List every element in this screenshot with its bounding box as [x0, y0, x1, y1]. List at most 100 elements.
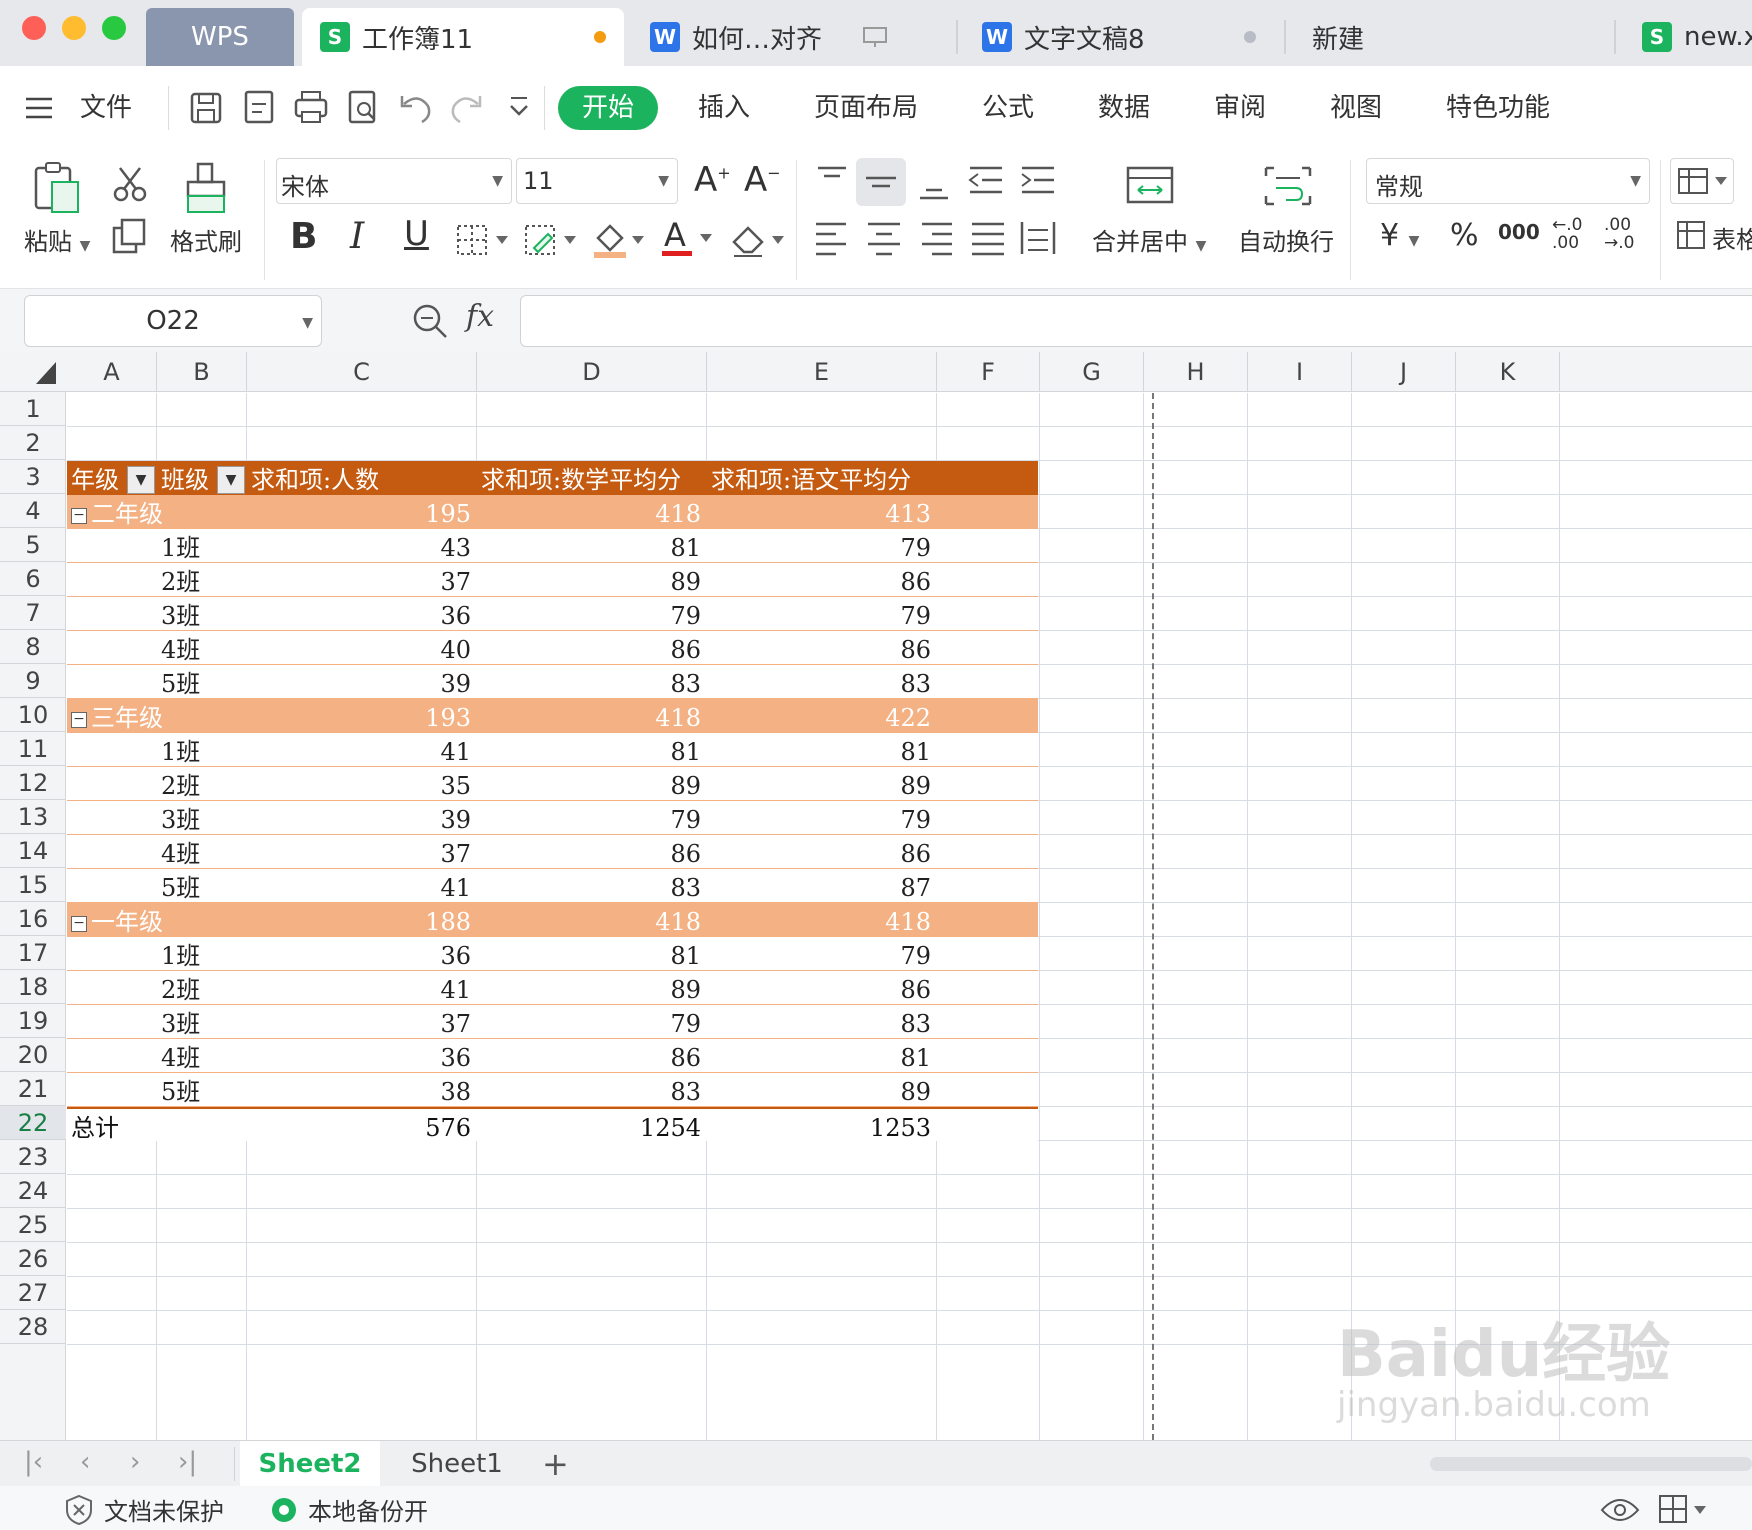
increase-decimal-icon[interactable]: ←.0.00 — [1552, 216, 1582, 252]
document-protection-status[interactable]: 文档未保护 — [104, 1492, 224, 1527]
menu-page-layout[interactable]: 页面布局 — [814, 86, 918, 130]
undo-icon[interactable] — [392, 82, 438, 132]
row-header-21[interactable]: 21 — [0, 1072, 66, 1106]
align-left-icon[interactable] — [812, 220, 852, 256]
pivot-class-row[interactable]: 3班 39 79 79 — [67, 801, 1038, 835]
align-middle-button[interactable] — [856, 158, 906, 206]
font-name-select[interactable]: 宋体 ▼ — [276, 158, 512, 204]
menu-home[interactable]: 开始 — [558, 86, 659, 130]
pivot-group-total[interactable]: 413 — [707, 495, 931, 533]
pivot-class-value[interactable]: 83 — [477, 1073, 701, 1111]
borders-icon[interactable] — [456, 222, 514, 258]
row-header-4[interactable]: 4 — [0, 494, 66, 528]
pivot-class-value[interactable]: 89 — [477, 971, 701, 1009]
pivot-group-total[interactable]: 188 — [247, 903, 471, 941]
decrease-indent-icon[interactable] — [966, 164, 1006, 200]
pivot-class-value[interactable]: 87 — [707, 869, 931, 907]
menu-data[interactable]: 数据 — [1098, 86, 1150, 130]
column-header-g[interactable]: G — [1040, 352, 1144, 392]
row-header-25[interactable]: 25 — [0, 1208, 66, 1242]
copy-icon[interactable] — [110, 216, 150, 256]
pivot-class-value[interactable]: 79 — [707, 801, 931, 839]
pivot-class-value[interactable]: 37 — [247, 563, 471, 601]
align-bottom-icon[interactable] — [914, 164, 954, 204]
pivot-class-value[interactable]: 86 — [477, 1039, 701, 1077]
pivot-grand-total-value[interactable]: 1253 — [707, 1109, 931, 1147]
pivot-class-value[interactable]: 37 — [247, 835, 471, 873]
menu-review[interactable]: 审阅 — [1214, 86, 1266, 130]
pivot-class-value[interactable]: 79 — [707, 597, 931, 635]
clear-format-icon[interactable] — [728, 220, 788, 260]
tab-wps-home[interactable]: WPS — [146, 8, 294, 66]
underline-icon[interactable]: U — [404, 214, 429, 254]
pivot-class-value[interactable]: 86 — [707, 971, 931, 1009]
row-header-20[interactable]: 20 — [0, 1038, 66, 1072]
column-header-i[interactable]: I — [1248, 352, 1352, 392]
pivot-group-total[interactable]: 422 — [707, 699, 931, 737]
tab-text-doc8[interactable]: W 文字文稿8 — [982, 8, 1272, 66]
name-box[interactable]: O22 ▼ — [24, 295, 322, 347]
column-header-j[interactable]: J — [1352, 352, 1456, 392]
column-header-c[interactable]: C — [247, 352, 477, 392]
bold-icon[interactable]: B — [290, 216, 317, 257]
pivot-class-row[interactable]: 4班 37 86 86 — [67, 835, 1038, 869]
pivot-group-total[interactable]: 418 — [707, 903, 931, 941]
italic-icon[interactable]: I — [350, 216, 364, 257]
pivot-header-row[interactable]: 年级 班级 求和项:人数 求和项:数学平均分 求和项:语文平均分 ▼ ▼ — [67, 461, 1038, 495]
pivot-class-value[interactable]: 86 — [477, 631, 701, 669]
row-header-22[interactable]: 22 — [0, 1106, 66, 1140]
collapse-group-icon[interactable]: − — [71, 915, 87, 932]
pivot-class-row[interactable]: 4班 40 86 86 — [67, 631, 1038, 665]
row-header-3[interactable]: 3 — [0, 460, 66, 494]
export-pdf-icon[interactable] — [236, 82, 282, 132]
row-header-13[interactable]: 13 — [0, 800, 66, 834]
cell-style-icon[interactable] — [524, 222, 582, 258]
row-header-19[interactable]: 19 — [0, 1004, 66, 1038]
spreadsheet-grid[interactable]: ABCDEFGHIJK 1 2 3 4 5 6 7 8 9 10 11 12 13 14 15 16 17 18 1… — [0, 352, 1752, 1440]
pivot-class-value[interactable]: 41 — [247, 733, 471, 771]
row-header-5[interactable]: 5 — [0, 528, 66, 562]
sheet-tab-sheet2[interactable]: Sheet2 — [240, 1441, 380, 1487]
print-preview-icon[interactable] — [340, 82, 386, 132]
pivot-class-value[interactable]: 36 — [247, 597, 471, 635]
pivot-class-row[interactable]: 2班 37 89 86 — [67, 563, 1038, 597]
wrap-text-icon[interactable] — [1262, 164, 1314, 208]
select-all-icon[interactable] — [34, 358, 58, 386]
decrease-decimal-icon[interactable]: .00 →.0 — [1604, 216, 1634, 252]
pivot-class-value[interactable]: 39 — [247, 665, 471, 703]
justify-icon[interactable] — [968, 220, 1008, 256]
row-header-24[interactable]: 24 — [0, 1174, 66, 1208]
menu-view[interactable]: 视图 — [1330, 86, 1382, 130]
row-header-14[interactable]: 14 — [0, 834, 66, 868]
pivot-class-value[interactable]: 35 — [247, 767, 471, 805]
row-header-28[interactable]: 28 — [0, 1310, 66, 1344]
cell-area[interactable]: 年级 班级 求和项:人数 求和项:数学平均分 求和项:语文平均分 ▼ ▼ − 二年级 195 418… — [67, 393, 1752, 1440]
pivot-group-name[interactable]: − 二年级 — [71, 495, 271, 533]
minimize-window-button[interactable] — [62, 16, 86, 40]
row-header-9[interactable]: 9 — [0, 664, 66, 698]
close-window-button[interactable] — [22, 16, 46, 40]
sheet-tab-sheet1[interactable]: Sheet1 — [384, 1441, 530, 1487]
menu-insert[interactable]: 插入 — [698, 86, 750, 130]
tab-how-to-align[interactable]: W 如何…对齐 — [650, 8, 920, 66]
pivot-class-row[interactable]: 5班 38 83 89 — [67, 1073, 1038, 1107]
cut-icon[interactable] — [110, 164, 150, 204]
align-top-icon[interactable] — [812, 164, 852, 200]
font-size-select[interactable]: 11 ▼ — [516, 158, 678, 204]
column-header-h[interactable]: H — [1144, 352, 1248, 392]
pivot-grand-total-value[interactable]: 576 — [247, 1109, 471, 1147]
search-zoom-icon[interactable] — [410, 301, 450, 341]
pivot-class-value[interactable]: 36 — [247, 1039, 471, 1077]
pivot-group-row[interactable]: − 三年级 193 418 422 — [67, 699, 1038, 733]
pivot-class-value[interactable]: 81 — [477, 529, 701, 567]
row-header-23[interactable]: 23 — [0, 1140, 66, 1174]
increase-indent-icon[interactable] — [1018, 164, 1058, 200]
pivot-class-row[interactable]: 3班 37 79 83 — [67, 1005, 1038, 1039]
pivot-group-total[interactable]: 195 — [247, 495, 471, 533]
pivot-group-row[interactable]: − 一年级 188 418 418 — [67, 903, 1038, 937]
column-header-a[interactable]: A — [67, 352, 157, 392]
menu-formulas[interactable]: 公式 — [982, 86, 1034, 130]
column-header-b[interactable]: B — [157, 352, 247, 392]
eye-protection-icon[interactable] — [1600, 1494, 1640, 1524]
pivot-class-row[interactable]: 4班 36 86 81 — [67, 1039, 1038, 1073]
